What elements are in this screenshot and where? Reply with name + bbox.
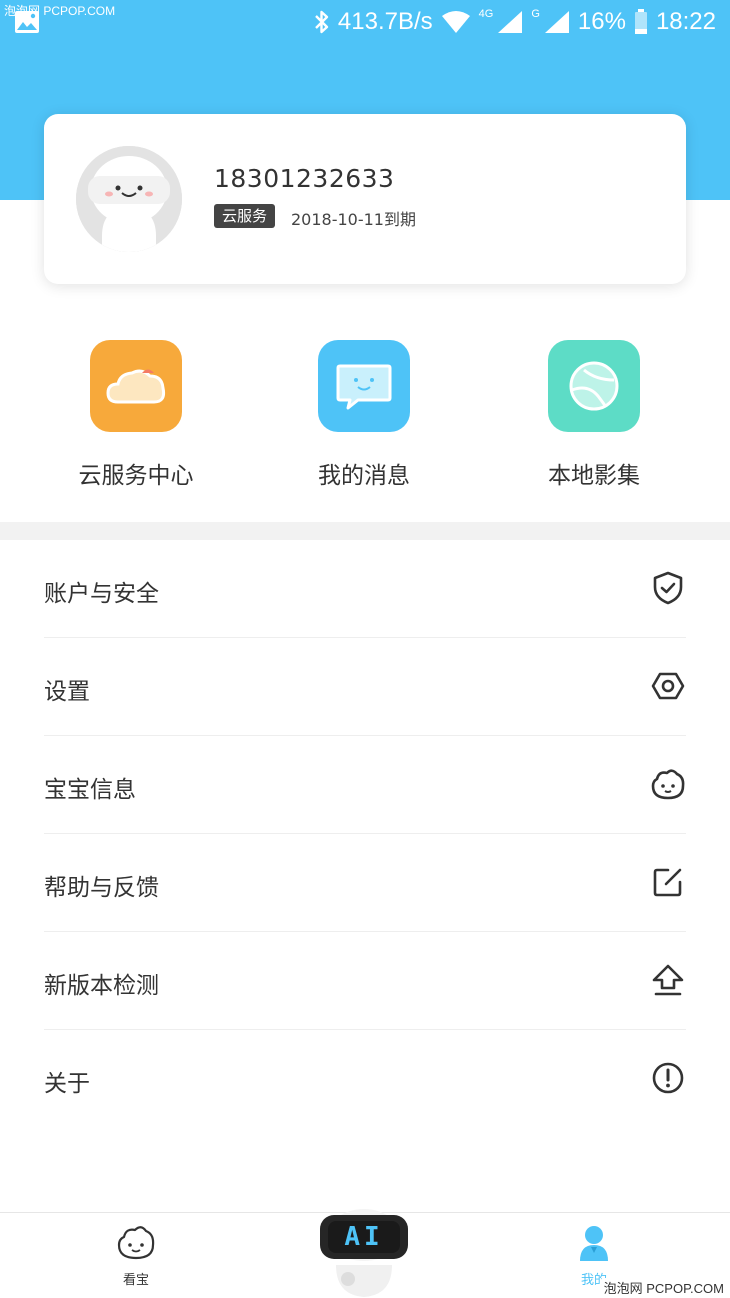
edit-icon [653, 868, 682, 897]
menu-item-label: 新版本检测 [44, 973, 159, 999]
bluetooth-icon [315, 10, 329, 34]
baby-face-icon [117, 1226, 155, 1260]
center-robot-button[interactable]: AI [318, 1205, 410, 1298]
network-speed: 413.7B/s [337, 8, 433, 35]
menu-item-account-security[interactable]: 账户与安全 [44, 540, 686, 638]
cloud-icon [90, 340, 182, 432]
section-divider [0, 522, 730, 540]
settings-menu: 账户与安全 设置 宝宝信息 帮助与反馈 新版本检测 关于 [0, 540, 730, 1128]
avatar[interactable] [76, 146, 182, 252]
service-expire-date: 2018-10-11到期 [291, 210, 416, 229]
quick-actions: 云服务中心 我的消息 本地影集 [0, 340, 730, 490]
quick-action-label: 我的消息 [318, 463, 410, 489]
menu-item-label: 宝宝信息 [44, 777, 136, 803]
profile-screen: 泡泡网 PCPOP.COM 413.7B/s 4G G 16% 18:22 18… [0, 0, 730, 1298]
menu-item-label: 设置 [44, 679, 90, 705]
nav-label: 看宝 [122, 1273, 149, 1288]
status-bar: 泡泡网 PCPOP.COM 413.7B/s 4G G 16% 18:22 [0, 0, 730, 44]
menu-item-baby-info[interactable]: 宝宝信息 [44, 736, 686, 834]
quick-action-label: 本地影集 [548, 463, 640, 489]
robot-avatar-icon [76, 146, 182, 252]
menu-item-label: 帮助与反馈 [44, 875, 159, 901]
gallery-notification-icon [15, 11, 39, 33]
clock: 18:22 [655, 8, 716, 35]
user-phone: 18301232633 [214, 164, 395, 193]
net-g-label: G [531, 8, 540, 20]
watermark: 泡泡网 PCPOP.COM [601, 1278, 726, 1297]
battery-icon [634, 9, 647, 34]
menu-item-label: 关于 [44, 1071, 90, 1097]
robot-screen-text: AI [344, 1222, 384, 1252]
signal-g-icon [544, 11, 569, 33]
cloud-service-badge: 云服务 [214, 204, 276, 228]
exclamation-icon [652, 1062, 684, 1094]
user-icon [580, 1226, 608, 1261]
wifi-icon [441, 11, 470, 33]
battery-percent: 16% [577, 8, 626, 35]
quick-action-messages[interactable]: 我的消息 [264, 340, 464, 490]
nav-tab-watch-baby[interactable]: 看宝 [76, 1223, 196, 1288]
menu-item-version-check[interactable]: 新版本检测 [44, 932, 686, 1030]
menu-item-settings[interactable]: 设置 [44, 638, 686, 736]
message-icon [318, 340, 410, 432]
quick-action-label: 云服务中心 [78, 463, 194, 489]
menu-item-label: 账户与安全 [44, 581, 159, 607]
quick-action-cloud-center[interactable]: 云服务中心 [36, 340, 236, 490]
baby-face-icon [651, 769, 685, 800]
album-icon [548, 340, 640, 432]
menu-item-help-feedback[interactable]: 帮助与反馈 [44, 834, 686, 932]
status-indicators: 413.7B/s 4G G 16% 18:22 [314, 6, 716, 38]
quick-action-local-album[interactable]: 本地影集 [494, 340, 694, 490]
hex-settings-icon [651, 672, 685, 700]
profile-card[interactable]: 18301232633 云服务 2018-10-11到期 [44, 114, 686, 284]
shield-icon [653, 571, 683, 605]
menu-item-about[interactable]: 关于 [44, 1030, 686, 1128]
signal-4g-icon [498, 11, 523, 33]
upload-icon [652, 964, 684, 996]
net-4g-label: 4G [478, 8, 494, 20]
